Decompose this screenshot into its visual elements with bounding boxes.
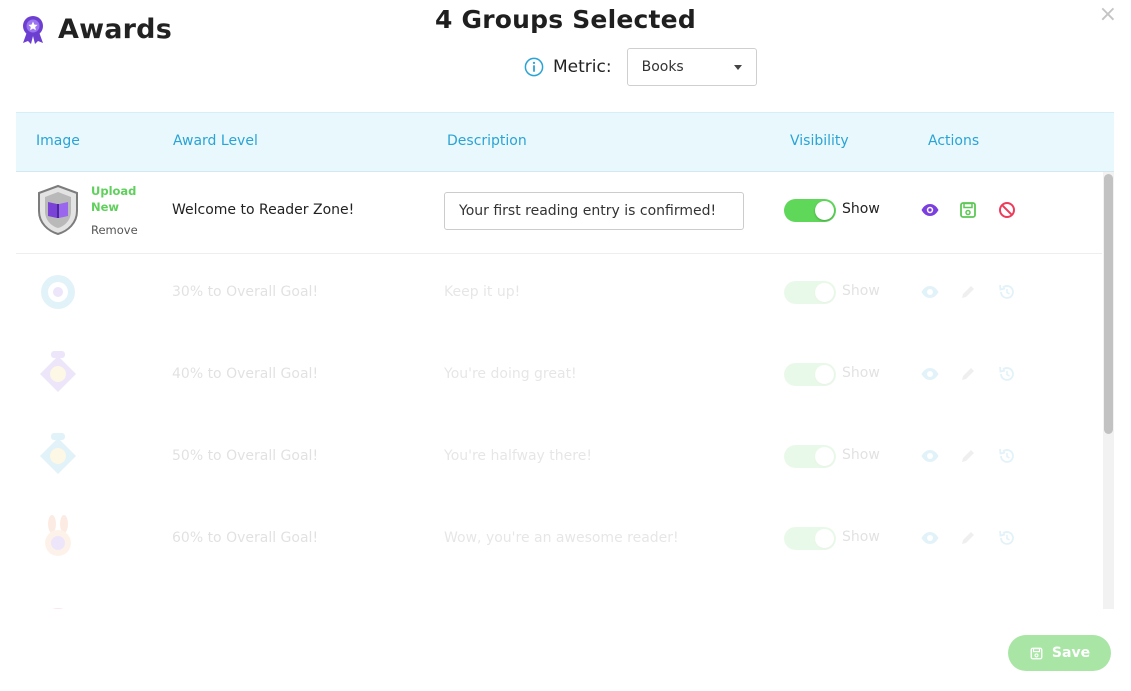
table-row: Upload New Remove Welcome to Reader Zone…: [16, 172, 1102, 254]
visibility-toggle[interactable]: [784, 363, 836, 386]
eye-icon[interactable]: [920, 528, 940, 548]
visibility-toggle[interactable]: [784, 527, 836, 550]
pencil-icon[interactable]: [958, 364, 978, 384]
column-header-image: Image: [36, 133, 80, 149]
pencil-icon[interactable]: [958, 282, 978, 302]
visibility-label: Show: [842, 365, 880, 381]
bunny-badge-icon: [45, 515, 71, 556]
award-level-text: 60% to Overall Goal!: [172, 530, 319, 546]
award-level-text: Welcome to Reader Zone!: [172, 202, 355, 218]
awards-table-body: Upload New Remove Welcome to Reader Zone…: [16, 172, 1102, 609]
table-row: 50% to Overall Goal! You're halfway ther…: [16, 418, 1102, 500]
eye-icon[interactable]: [920, 200, 940, 220]
info-icon[interactable]: [524, 57, 544, 77]
description-input[interactable]: [444, 192, 744, 230]
description-text: You're halfway there!: [444, 448, 592, 464]
metric-select[interactable]: Books: [626, 48, 757, 86]
save-button[interactable]: Save: [1008, 635, 1111, 671]
column-header-actions: Actions: [928, 133, 980, 149]
diamond-badge-icon: [40, 433, 76, 474]
eye-icon[interactable]: [920, 364, 940, 384]
table-header: Image Award Level Description Visibility…: [16, 112, 1114, 172]
history-icon[interactable]: [997, 528, 1017, 548]
save-disk-icon: [1030, 647, 1043, 659]
visibility-toggle[interactable]: [784, 445, 836, 468]
visibility-label: Show: [842, 529, 880, 545]
pencil-icon[interactable]: [958, 528, 978, 548]
diamond-badge-icon: [40, 351, 76, 392]
table-row: 30% to Overall Goal! Keep it up! Show: [16, 254, 1102, 336]
column-header-visibility: Visibility: [790, 133, 849, 149]
award-level-text: 40% to Overall Goal!: [172, 366, 319, 382]
visibility-label: Show: [842, 447, 880, 463]
visibility-toggle[interactable]: [784, 281, 836, 304]
scrollbar-track[interactable]: [1103, 172, 1114, 609]
cancel-icon[interactable]: [997, 200, 1017, 220]
history-icon[interactable]: [997, 364, 1017, 384]
visibility-toggle[interactable]: [784, 199, 836, 222]
eye-icon[interactable]: [920, 282, 940, 302]
eye-icon[interactable]: [920, 446, 940, 466]
history-icon[interactable]: [997, 446, 1017, 466]
table-row: [16, 582, 1102, 609]
groups-selected-title: 4 Groups Selected: [435, 5, 696, 34]
table-row: 40% to Overall Goal! You're doing great!…: [16, 336, 1102, 418]
save-button-label: Save: [1051, 645, 1091, 661]
ring-badge-icon: [41, 275, 75, 309]
metric-selected-value: Books: [641, 59, 684, 75]
remove-link[interactable]: Remove: [91, 223, 138, 237]
description-text: You're doing great!: [444, 366, 577, 382]
column-header-description: Description: [447, 133, 527, 149]
metric-row: Metric: Books: [524, 48, 757, 86]
table-row: 60% to Overall Goal! Wow, you're an awes…: [16, 500, 1102, 582]
description-text: Wow, you're an awesome reader!: [444, 530, 679, 546]
award-level-text: 50% to Overall Goal!: [172, 448, 319, 464]
save-disk-icon[interactable]: [958, 200, 978, 220]
shield-book-badge-icon: [38, 184, 78, 236]
visibility-label: Show: [842, 283, 880, 299]
award-level-text: 30% to Overall Goal!: [172, 284, 319, 300]
upload-new-link[interactable]: Upload New: [91, 183, 141, 215]
scrollbar-thumb[interactable]: [1104, 174, 1113, 434]
pencil-icon[interactable]: [958, 446, 978, 466]
column-header-award-level: Award Level: [173, 133, 258, 149]
caret-down-icon: [733, 64, 742, 70]
history-icon[interactable]: [997, 282, 1017, 302]
description-text: Keep it up!: [444, 284, 521, 300]
visibility-label: Show: [842, 201, 880, 217]
metric-label: Metric:: [553, 57, 612, 77]
badge-icon: [52, 608, 64, 609]
